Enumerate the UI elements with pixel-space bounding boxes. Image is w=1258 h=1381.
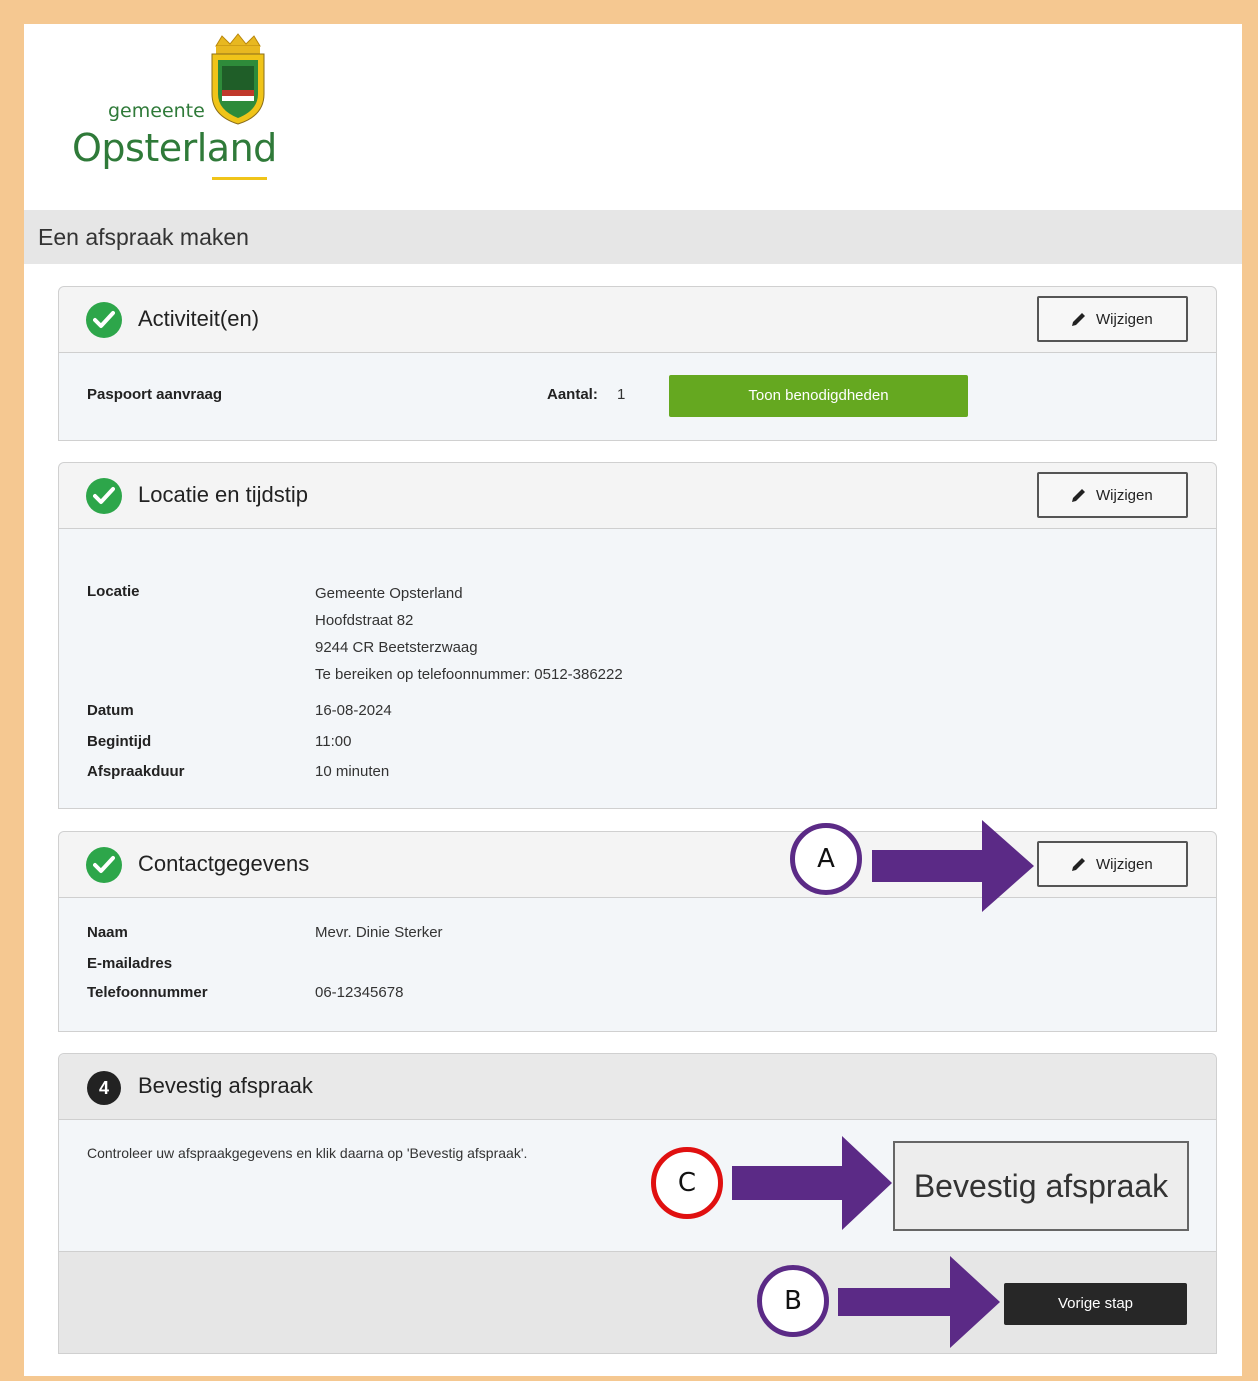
activities-panel: Activiteit(en) Wijzigen Paspoort aanvraa…: [58, 286, 1217, 441]
check-circle-icon: [86, 478, 122, 514]
annotation-c-marker: C: [651, 1147, 723, 1219]
contact-title: Contactgegevens: [138, 851, 310, 876]
confirm-panel: 4 Bevestig afspraak Controleer uw afspra…: [58, 1053, 1217, 1354]
pencil-icon: [1072, 313, 1085, 326]
logo-underline: [212, 177, 267, 180]
location-line-4: Te bereiken op telefoonnummer: 0512-3862…: [315, 666, 623, 683]
location-label: Locatie: [87, 583, 140, 600]
date-value: 16-08-2024: [315, 702, 392, 719]
coat-of-arms-icon: [211, 33, 265, 125]
duration-value: 10 minuten: [315, 763, 390, 780]
location-panel: Locatie en tijdstip Wijzigen Locatie Gem…: [58, 462, 1217, 809]
edit-contact-label: Wijzigen: [1096, 856, 1153, 873]
name-label: Naam: [87, 924, 128, 941]
edit-contact-button[interactable]: Wijzigen: [1037, 841, 1188, 887]
annotation-b-marker: B: [757, 1265, 829, 1337]
confirm-title: Bevestig afspraak: [138, 1073, 313, 1098]
page-title-bar: Een afspraak maken: [24, 210, 1242, 264]
check-circle-icon: [86, 302, 122, 338]
edit-activities-label: Wijzigen: [1096, 311, 1153, 328]
email-label: E-mailadres: [87, 955, 173, 972]
contact-panel: Contactgegevens Wijzigen Naam Mevr. Dini…: [58, 831, 1217, 1032]
annotation-a-arrow-icon: [872, 820, 1034, 912]
activities-title: Activiteit(en): [138, 306, 260, 331]
pencil-icon: [1072, 858, 1085, 871]
step-number-badge: 4: [87, 1071, 121, 1105]
location-panel-header: Locatie en tijdstip Wijzigen: [59, 463, 1216, 529]
activities-panel-header: Activiteit(en) Wijzigen: [59, 287, 1216, 353]
annotation-a-marker: A: [790, 823, 862, 895]
name-value: Mevr. Dinie Sterker: [315, 924, 443, 941]
confirm-appointment-button[interactable]: Bevestig afspraak: [893, 1141, 1189, 1231]
confirm-instruction: Controleer uw afspraakgegevens en klik d…: [87, 1145, 528, 1161]
location-line-3: 9244 CR Beetsterzwaag: [315, 639, 478, 656]
duration-label: Afspraakduur: [87, 763, 185, 780]
start-time-value: 11:00: [315, 733, 352, 750]
phone-label: Telefoonnummer: [87, 984, 208, 1001]
previous-step-button[interactable]: Vorige stap: [1004, 1283, 1187, 1325]
annotation-c-arrow-icon: [732, 1136, 892, 1230]
location-line-1: Gemeente Opsterland: [315, 585, 463, 602]
amount-value: 1: [617, 386, 626, 403]
page-title: Een afspraak maken: [38, 224, 249, 250]
logo-big-text: Opsterland: [72, 126, 277, 170]
edit-location-label: Wijzigen: [1096, 487, 1153, 504]
page-frame: gemeente Opsterland Een afspraak maken A…: [24, 24, 1242, 1376]
date-label: Datum: [87, 702, 134, 719]
amount-label: Aantal:: [547, 386, 598, 403]
start-time-label: Begintijd: [87, 733, 152, 750]
annotation-b-arrow-icon: [838, 1256, 1000, 1348]
confirm-panel-header: 4 Bevestig afspraak: [59, 1054, 1216, 1120]
edit-location-button[interactable]: Wijzigen: [1037, 472, 1188, 518]
confirm-panel-footer: Vorige stap: [59, 1251, 1216, 1353]
show-requirements-button[interactable]: Toon benodigdheden: [669, 375, 968, 417]
location-line-2: Hoofdstraat 82: [315, 612, 414, 629]
municipality-logo[interactable]: gemeente Opsterland: [72, 32, 292, 192]
check-circle-icon: [86, 847, 122, 883]
location-title: Locatie en tijdstip: [138, 482, 308, 507]
activity-name: Paspoort aanvraag: [87, 386, 223, 403]
logo-small-text: gemeente: [108, 100, 205, 122]
edit-activities-button[interactable]: Wijzigen: [1037, 296, 1188, 342]
phone-value: 06-12345678: [315, 984, 404, 1001]
contact-panel-header: Contactgegevens Wijzigen: [59, 832, 1216, 898]
pencil-icon: [1072, 489, 1085, 502]
